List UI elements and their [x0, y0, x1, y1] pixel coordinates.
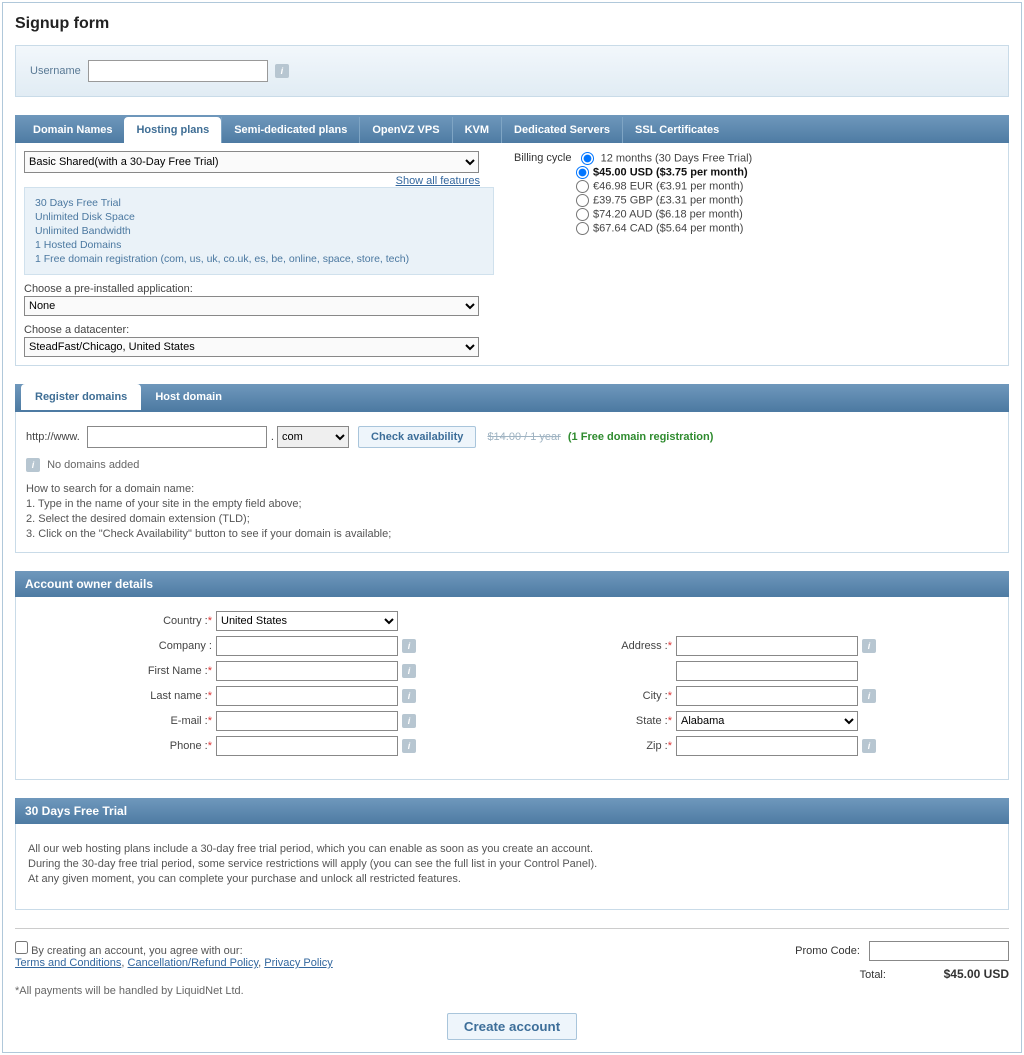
- page-container: Signup form Username i Domain Names Host…: [2, 2, 1022, 1053]
- email-input[interactable]: [216, 711, 398, 731]
- divider: [15, 928, 1009, 929]
- no-domains-line: i No domains added: [26, 458, 998, 472]
- feature-line: 1 Free domain registration (com, us, uk,…: [35, 252, 483, 266]
- billing-col: Billing cycle 12 months (30 Days Free Tr…: [514, 151, 1000, 357]
- info-icon: i: [26, 458, 40, 472]
- radio-cad[interactable]: [576, 222, 589, 235]
- terms-link[interactable]: Terms and Conditions: [15, 957, 121, 969]
- totals-block: Promo Code: Total: $45.00 USD: [706, 941, 1009, 997]
- radio-usd[interactable]: [576, 166, 589, 179]
- tab-openvz[interactable]: OpenVZ VPS: [359, 117, 451, 143]
- old-price: $14.00 / 1 year: [487, 431, 560, 443]
- address-input[interactable]: [676, 636, 858, 656]
- info-icon[interactable]: i: [402, 714, 416, 728]
- agree-checkbox[interactable]: [15, 941, 28, 954]
- show-all-features-link[interactable]: Show all features: [396, 175, 480, 187]
- tab-dedicated[interactable]: Dedicated Servers: [501, 117, 622, 143]
- plan-select[interactable]: Basic Shared(with a 30-Day Free Trial): [24, 151, 479, 173]
- radio-aud[interactable]: [576, 208, 589, 221]
- tab-register-domains[interactable]: Register domains: [21, 384, 141, 410]
- username-input[interactable]: [88, 60, 268, 82]
- info-icon[interactable]: i: [402, 664, 416, 678]
- feature-line: Unlimited Disk Space: [35, 210, 483, 224]
- tab-host-domain[interactable]: Host domain: [141, 384, 236, 410]
- promo-label: Promo Code:: [795, 945, 860, 957]
- country-select[interactable]: United States: [216, 611, 398, 631]
- total-label: Total:: [706, 969, 886, 981]
- owner-body: Country :*United States Company :i First…: [15, 597, 1009, 780]
- tld-select[interactable]: com: [277, 426, 349, 448]
- create-row: Create account: [15, 1013, 1009, 1040]
- create-account-button[interactable]: Create account: [447, 1013, 577, 1040]
- tab-kvm[interactable]: KVM: [452, 117, 501, 143]
- promo-text: (1 Free domain registration): [568, 431, 713, 443]
- trial-body: All our web hosting plans include a 30-d…: [15, 824, 1009, 910]
- feature-box: 30 Days Free Trial Unlimited Disk Space …: [24, 187, 494, 275]
- info-icon[interactable]: i: [862, 739, 876, 753]
- domain-search-row: http://www. . com Check availability $14…: [26, 426, 998, 448]
- owner-header: Account owner details: [15, 571, 1009, 597]
- billing-line-cycle: Billing cycle 12 months (30 Days Free Tr…: [514, 152, 1000, 165]
- feature-line: 1 Hosted Domains: [35, 238, 483, 252]
- feature-line: Unlimited Bandwidth: [35, 224, 483, 238]
- app-select[interactable]: None: [24, 296, 479, 316]
- privacy-link[interactable]: Privacy Policy: [264, 957, 332, 969]
- page-title: Signup form: [15, 15, 1009, 33]
- info-icon[interactable]: i: [862, 639, 876, 653]
- promo-input[interactable]: [869, 941, 1009, 961]
- info-icon[interactable]: i: [402, 689, 416, 703]
- radio-eur[interactable]: [576, 180, 589, 193]
- agree-block: By creating an account, you agree with o…: [15, 941, 333, 997]
- info-icon[interactable]: i: [402, 639, 416, 653]
- username-label: Username: [30, 65, 81, 77]
- dc-label: Choose a datacenter:: [24, 324, 494, 336]
- address2-input[interactable]: [676, 661, 858, 681]
- main-tab-bar: Domain Names Hosting plans Semi-dedicate…: [15, 115, 1009, 143]
- info-icon[interactable]: i: [275, 64, 289, 78]
- dc-select[interactable]: SteadFast/Chicago, United States: [24, 337, 479, 357]
- tab-ssl[interactable]: SSL Certificates: [622, 117, 731, 143]
- tab-domain-names[interactable]: Domain Names: [21, 117, 124, 143]
- trial-header: 30 Days Free Trial: [15, 798, 1009, 824]
- domain-tab-bar: Register domains Host domain: [15, 384, 1009, 412]
- info-icon[interactable]: i: [862, 689, 876, 703]
- username-box: Username i: [15, 45, 1009, 97]
- payments-note: *All payments will be handled by LiquidN…: [15, 985, 333, 997]
- firstname-input[interactable]: [216, 661, 398, 681]
- refund-link[interactable]: Cancellation/Refund Policy: [128, 957, 259, 969]
- info-icon[interactable]: i: [402, 739, 416, 753]
- state-select[interactable]: Alabama: [676, 711, 858, 731]
- owner-col-left: Country :*United States Company :i First…: [26, 611, 486, 761]
- total-value: $45.00 USD: [909, 967, 1009, 981]
- url-prefix: http://www.: [26, 431, 80, 443]
- radio-cycle-12m[interactable]: [581, 152, 594, 165]
- bottom-row: By creating an account, you agree with o…: [15, 941, 1009, 997]
- app-label: Choose a pre-installed application:: [24, 283, 494, 295]
- feature-line: 30 Days Free Trial: [35, 196, 483, 210]
- domain-input[interactable]: [87, 426, 267, 448]
- zip-input[interactable]: [676, 736, 858, 756]
- tab-semi-dedicated[interactable]: Semi-dedicated plans: [221, 117, 359, 143]
- check-availability-button[interactable]: Check availability: [358, 426, 476, 448]
- plan-left-col: Basic Shared(with a 30-Day Free Trial) S…: [24, 151, 494, 357]
- radio-gbp[interactable]: [576, 194, 589, 207]
- lastname-input[interactable]: [216, 686, 398, 706]
- domain-panel: http://www. . com Check availability $14…: [15, 412, 1009, 553]
- phone-input[interactable]: [216, 736, 398, 756]
- city-input[interactable]: [676, 686, 858, 706]
- company-input[interactable]: [216, 636, 398, 656]
- hosting-plan-panel: Basic Shared(with a 30-Day Free Trial) S…: [15, 143, 1009, 366]
- owner-col-right: . Address :*i City :*i State :*Alabama Z…: [546, 611, 1006, 761]
- tab-hosting-plans[interactable]: Hosting plans: [124, 117, 221, 143]
- instructions: How to search for a domain name: 1. Type…: [26, 482, 998, 542]
